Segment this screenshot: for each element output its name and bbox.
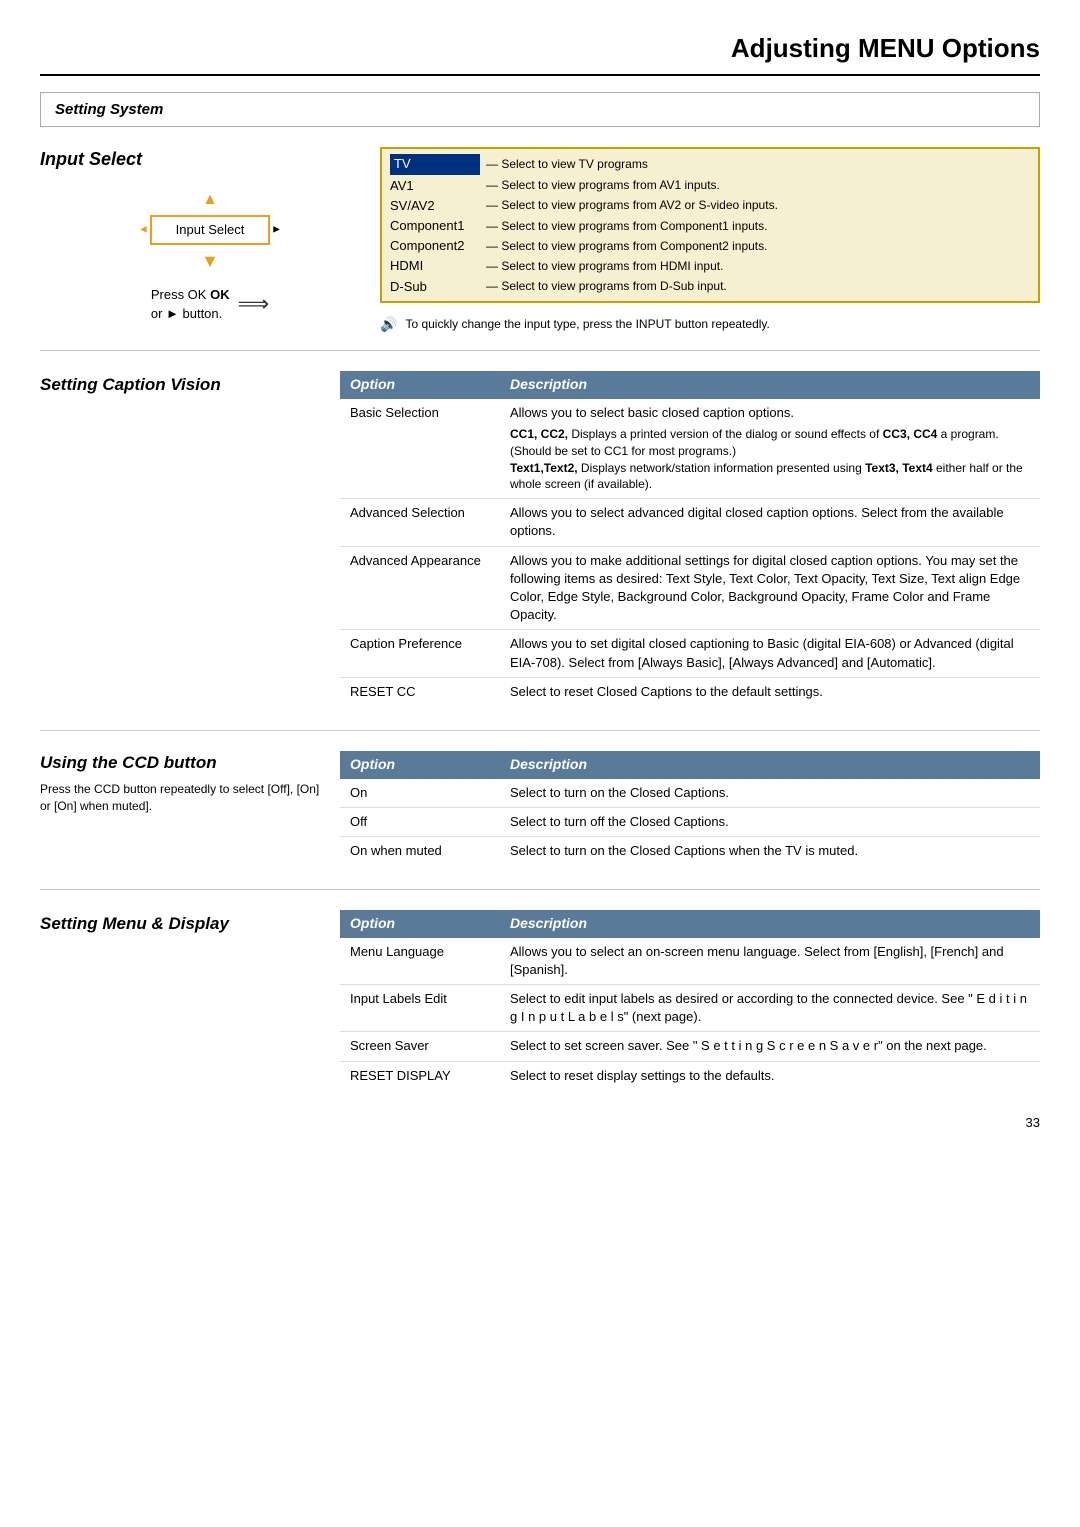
or-button-text: or ► button. bbox=[151, 305, 230, 323]
channel-item: HDMI — Select to view programs from HDMI … bbox=[382, 256, 1038, 276]
channel-list: TV — Select to view TV programs AV1 — Selec… bbox=[380, 147, 1040, 302]
input-select-diagram: ▲ Input Select ▼ Press OK OK or ► button… bbox=[60, 189, 360, 323]
option-cell: Basic Selection bbox=[340, 399, 500, 499]
channel-desc: — Select to view programs from AV2 or S-… bbox=[486, 197, 778, 214]
channel-name: D-Sub bbox=[390, 278, 480, 296]
channel-item: SV/AV2 — Select to view programs from AV2… bbox=[382, 196, 1038, 216]
option-cell: Screen Saver bbox=[340, 1032, 500, 1061]
desc-cell: Select to turn off the Closed Captions. bbox=[500, 807, 1040, 836]
setting-system-bar: Setting System bbox=[40, 92, 1040, 127]
press-ok-area: Press OK OK or ► button. ⟹ bbox=[151, 286, 269, 322]
desc-cell: Allows you to select basic closed captio… bbox=[500, 399, 1040, 499]
channel-item: Component1 — Select to view programs from… bbox=[382, 216, 1038, 236]
channel-desc: — Select to view programs from AV1 input… bbox=[486, 177, 720, 194]
menu-display-table: Option Description Menu LanguageAllows y… bbox=[340, 910, 1040, 1090]
ccd-option-header: Option bbox=[340, 751, 500, 779]
menu-display-label: Setting Menu & Display bbox=[40, 910, 340, 1090]
channel-name: Component1 bbox=[390, 217, 480, 235]
menu-display-header: Option Description bbox=[340, 910, 1040, 938]
desc-cell: Select to reset Closed Captions to the d… bbox=[500, 677, 1040, 706]
table-row: OnSelect to turn on the Closed Captions. bbox=[340, 779, 1040, 808]
input-select-left: Input Select ▲ Input Select ▼ Press OK O… bbox=[40, 147, 360, 334]
channel-desc: — Select to view TV programs bbox=[486, 156, 648, 173]
option-cell: Advanced Appearance bbox=[340, 546, 500, 630]
table-row: RESET DISPLAYSelect to reset display set… bbox=[340, 1061, 1040, 1090]
arrow-right-icon: ⟹ bbox=[238, 289, 270, 320]
ccd-label-area: Using the CCD button Press the CCD butto… bbox=[40, 751, 340, 865]
speaker-icon: 🔊 bbox=[380, 315, 397, 335]
channel-name: Component2 bbox=[390, 237, 480, 255]
input-select-right: TV — Select to view TV programs AV1 — Selec… bbox=[380, 147, 1040, 334]
menu-box: Input Select bbox=[150, 215, 270, 245]
channel-item: TV — Select to view TV programs bbox=[382, 153, 1038, 175]
desc-col-header: Description bbox=[500, 371, 1040, 399]
ccd-title: Using the CCD button bbox=[40, 751, 324, 775]
page: Adjusting MENU Options Setting System In… bbox=[0, 0, 1080, 1172]
channel-item: AV1 — Select to view programs from AV1 in… bbox=[382, 176, 1038, 196]
arrow-down-icon: ▼ bbox=[201, 249, 219, 274]
option-cell: RESET CC bbox=[340, 677, 500, 706]
desc-cell: Allows you to make additional settings f… bbox=[500, 546, 1040, 630]
table-row: Caption PreferenceAllows you to set digi… bbox=[340, 630, 1040, 677]
table-row: On when mutedSelect to turn on the Close… bbox=[340, 836, 1040, 865]
option-cell: Advanced Selection bbox=[340, 499, 500, 546]
desc-cell: Allows you to select advanced digital cl… bbox=[500, 499, 1040, 546]
ccd-desc: Press the CCD button repeatedly to selec… bbox=[40, 781, 324, 815]
desc-cell: Allows you to select an on-screen menu l… bbox=[500, 938, 1040, 985]
channel-desc: — Select to view programs from D-Sub inp… bbox=[486, 278, 727, 295]
option-cell: Caption Preference bbox=[340, 630, 500, 677]
channel-name: TV bbox=[390, 154, 480, 174]
channel-name: HDMI bbox=[390, 257, 480, 275]
note-line: 🔊 To quickly change the input type, pres… bbox=[380, 315, 1040, 335]
channel-item: D-Sub — Select to view programs from D-Su… bbox=[382, 277, 1038, 297]
ccd-header: Option Description bbox=[340, 751, 1040, 779]
ccd-section: Using the CCD button Press the CCD butto… bbox=[40, 751, 1040, 865]
channel-desc: — Select to view programs from Component… bbox=[486, 238, 767, 255]
channel-desc: — Select to view programs from HDMI inpu… bbox=[486, 258, 723, 275]
option-cell: On when muted bbox=[340, 836, 500, 865]
table-row: OffSelect to turn off the Closed Caption… bbox=[340, 807, 1040, 836]
option-cell: RESET DISPLAY bbox=[340, 1061, 500, 1090]
option-cell: Input Labels Edit bbox=[340, 985, 500, 1032]
option-cell: Menu Language bbox=[340, 938, 500, 985]
note-text: To quickly change the input type, press … bbox=[405, 316, 769, 333]
desc-cell: Select to reset display settings to the … bbox=[500, 1061, 1040, 1090]
caption-vision-label: Setting Caption Vision bbox=[40, 371, 340, 706]
channel-item: Component2 — Select to view programs from… bbox=[382, 236, 1038, 256]
table-row: RESET CCSelect to reset Closed Captions … bbox=[340, 677, 1040, 706]
table-row: Advanced SelectionAllows you to select a… bbox=[340, 499, 1040, 546]
desc-cell: Select to turn on the Closed Captions. bbox=[500, 779, 1040, 808]
desc-cell: Select to set screen saver. See " S e t … bbox=[500, 1032, 1040, 1061]
channel-desc: — Select to view programs from Component… bbox=[486, 218, 767, 235]
table-row: Advanced AppearanceAllows you to make ad… bbox=[340, 546, 1040, 630]
caption-vision-section: Setting Caption Vision Option Descriptio… bbox=[40, 371, 1040, 706]
menu-display-section: Setting Menu & Display Option Descriptio… bbox=[40, 910, 1040, 1090]
channel-name: SV/AV2 bbox=[390, 197, 480, 215]
table-row: Basic SelectionAllows you to select basi… bbox=[340, 399, 1040, 499]
desc-cell: Select to edit input labels as desired o… bbox=[500, 985, 1040, 1032]
caption-vision-header: Option Description bbox=[340, 371, 1040, 399]
option-cell: Off bbox=[340, 807, 500, 836]
table-row: Input Labels EditSelect to edit input la… bbox=[340, 985, 1040, 1032]
channel-name: AV1 bbox=[390, 177, 480, 195]
ccd-desc-header: Description bbox=[500, 751, 1040, 779]
page-number: 33 bbox=[40, 1114, 1040, 1132]
menu-desc-header: Description bbox=[500, 910, 1040, 938]
option-cell: On bbox=[340, 779, 500, 808]
table-row: Menu LanguageAllows you to select an on-… bbox=[340, 938, 1040, 985]
desc-cell: Select to turn on the Closed Captions wh… bbox=[500, 836, 1040, 865]
ccd-table: Option Description OnSelect to turn on t… bbox=[340, 751, 1040, 865]
caption-vision-table: Option Description Basic SelectionAllows… bbox=[340, 371, 1040, 706]
menu-option-header: Option bbox=[340, 910, 500, 938]
input-select-section: Input Select ▲ Input Select ▼ Press OK O… bbox=[40, 147, 1040, 351]
desc-cell: Allows you to set digital closed caption… bbox=[500, 630, 1040, 677]
page-title: Adjusting MENU Options bbox=[40, 30, 1040, 76]
press-ok-text: Press OK OK bbox=[151, 286, 230, 304]
input-select-title: Input Select bbox=[40, 147, 360, 172]
menu-label: Input Select bbox=[176, 222, 245, 237]
table-row: Screen SaverSelect to set screen saver. … bbox=[340, 1032, 1040, 1061]
option-col-header: Option bbox=[340, 371, 500, 399]
